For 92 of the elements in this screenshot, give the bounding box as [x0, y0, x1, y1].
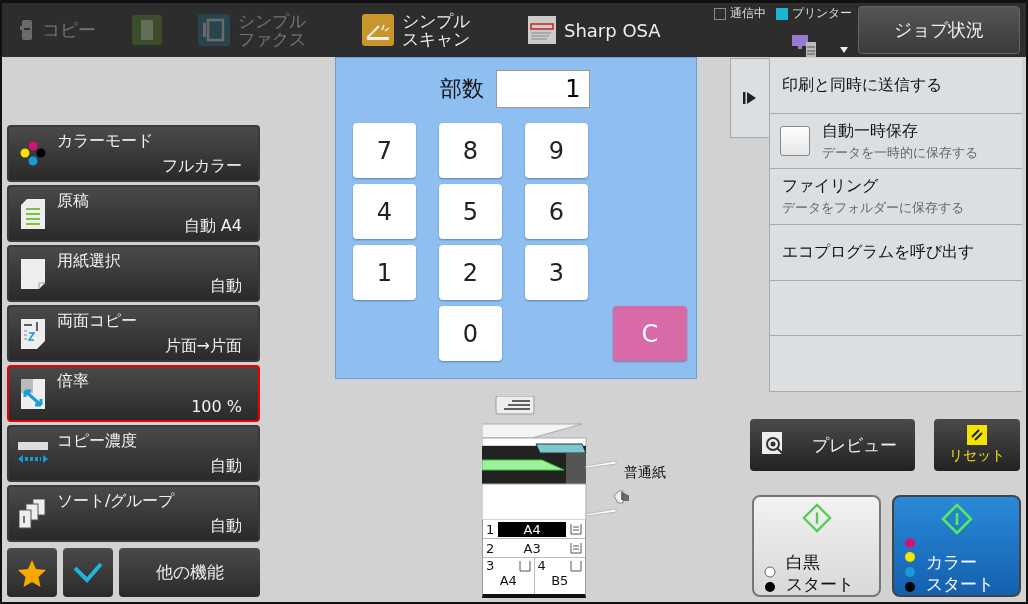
app-logo-icon	[528, 16, 556, 44]
color-start-button[interactable]: カラー スタート	[892, 495, 1021, 597]
preview-button[interactable]: プレビュー	[750, 419, 915, 471]
tray-number: 1	[486, 521, 495, 537]
paper-stack-icon	[570, 542, 582, 554]
job-status-button[interactable]: ジョブ状況	[858, 6, 1020, 54]
number-key[interactable]: 5	[439, 184, 502, 239]
confirm-button[interactable]	[63, 548, 113, 597]
setting-title: 用紙選択	[57, 249, 122, 272]
setting-title: 原稿	[57, 189, 90, 212]
paper-tray[interactable]: 2 A3	[483, 539, 585, 558]
number-key[interactable]: 6	[525, 184, 588, 239]
status-label: プリンター	[792, 5, 852, 22]
setting-button[interactable]: ソート/グループ 自動	[7, 485, 260, 542]
status-label: 通信中	[730, 5, 766, 22]
paper-size: B5	[550, 573, 570, 588]
mono-dots-icon	[764, 565, 776, 595]
mode-tab[interactable]: Sharp OSA	[518, 3, 671, 57]
checkmark-icon	[73, 561, 103, 584]
density-arrows-icon	[18, 441, 48, 466]
menu-item-description: データを一時的に保存する	[822, 143, 978, 162]
number-key[interactable]: 1	[353, 245, 416, 300]
paper-size: A4	[498, 573, 518, 588]
color-dots-icon	[904, 537, 916, 595]
fax-icon	[198, 14, 230, 46]
setting-button[interactable]: 原稿 自動 A4	[7, 185, 260, 242]
dropdown-caret-icon[interactable]	[840, 47, 848, 53]
copier-icon	[132, 15, 162, 45]
checkbox[interactable]	[780, 126, 810, 156]
paper-size: A3	[522, 540, 542, 556]
setting-title: ソート/グループ	[57, 489, 176, 512]
setting-value: 100 %	[191, 397, 243, 417]
document-icon	[21, 198, 45, 229]
setting-title: コピー濃度	[57, 429, 138, 452]
setting-title: 倍率	[57, 369, 90, 392]
copies-field[interactable]: 1	[495, 70, 590, 108]
scanner-icon	[362, 14, 394, 46]
paper-tray-icon	[518, 559, 531, 572]
setting-button[interactable]: 用紙選択 自動	[7, 245, 260, 302]
paper-stack-icon	[570, 523, 582, 535]
number-key[interactable]: 0	[439, 306, 502, 361]
duplex-page-icon	[21, 318, 45, 349]
paper-tray-icon	[570, 559, 582, 572]
number-key[interactable]: 3	[525, 245, 588, 300]
setting-button[interactable]: コピー濃度 自動	[7, 425, 260, 482]
setting-value: フルカラー	[162, 156, 243, 178]
stacked-pages-icon	[19, 498, 47, 529]
printer-computer-icon[interactable]	[792, 35, 818, 57]
setting-button[interactable]: カラーモード フルカラー	[7, 125, 260, 182]
menu-item[interactable]: ファイリング	[782, 176, 964, 198]
start-diamond-icon	[940, 503, 973, 535]
expand-arrow-icon	[743, 91, 757, 105]
setting-button[interactable]: 両面コピー 片面→片面	[7, 305, 260, 362]
number-key[interactable]: 2	[439, 245, 502, 300]
menu-item[interactable]: 自動一時保存	[822, 120, 978, 142]
panel-toggle-tab[interactable]	[730, 58, 769, 138]
setting-value: 自動	[210, 456, 243, 478]
setting-button[interactable]: 倍率 100 %	[7, 365, 260, 422]
reset-button[interactable]: リセット	[934, 419, 1020, 471]
setting-value: 自動	[210, 516, 243, 538]
menu-item[interactable]: エコプログラムを呼び出す	[782, 241, 974, 263]
paper-type-label: 普通紙	[624, 464, 666, 482]
setting-value: 自動	[210, 276, 243, 298]
reset-slash-icon	[967, 425, 987, 445]
menu-item-description: データをフォルダーに保存する	[782, 199, 964, 218]
number-key[interactable]: 9	[525, 123, 588, 178]
setting-value: 自動 A4	[183, 216, 243, 238]
setting-title: 両面コピー	[57, 309, 138, 332]
menu-item[interactable]: 印刷と同時に送信する	[782, 74, 942, 96]
tray-number: 3	[486, 558, 495, 573]
paper-icon	[21, 258, 45, 289]
paper-size: A4	[498, 521, 566, 537]
number-key[interactable]: 8	[439, 123, 502, 178]
favorites-button[interactable]	[7, 548, 57, 597]
copies-label: 部数	[439, 75, 484, 103]
tray-number: 4	[537, 558, 546, 573]
star-icon	[17, 558, 47, 587]
mono-start-button[interactable]: 白黒 スタート	[752, 495, 881, 597]
mode-tab[interactable]: シンプル スキャン	[338, 3, 518, 57]
color-dots-icon	[19, 139, 47, 168]
paper-tray[interactable]: 3 A4	[483, 558, 534, 594]
paper-tray[interactable]: 1 A4	[483, 520, 585, 539]
paper-tray[interactable]: 4 B5	[533, 558, 585, 594]
other-functions-button[interactable]: 他の機能	[119, 548, 260, 597]
setting-title: カラーモード	[57, 129, 154, 152]
copier-icon	[20, 18, 34, 42]
number-key[interactable]: 4	[353, 184, 416, 239]
number-key[interactable]: 7	[353, 123, 416, 178]
tray-number: 2	[486, 540, 495, 556]
setting-value: 片面→片面	[164, 336, 243, 358]
start-diamond-icon	[800, 503, 833, 533]
hand-cursor-icon[interactable]	[614, 488, 632, 504]
